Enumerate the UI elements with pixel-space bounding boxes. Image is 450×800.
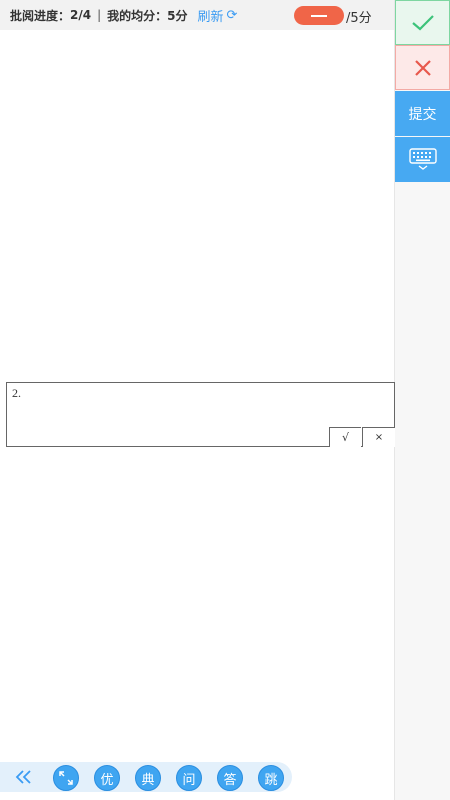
answer-box: 2. √ × [6,382,395,447]
keyboard-button[interactable] [395,137,450,182]
answer-button[interactable]: 答 [217,765,243,791]
fullscreen-button[interactable] [53,765,79,791]
answer-wrong-button[interactable]: × [362,427,395,447]
excellent-button[interactable]: 优 [94,765,120,791]
question-label: 问 [182,772,196,788]
typical-label: 典 [141,772,155,788]
skip-button[interactable]: 跳 [258,765,284,791]
answer-correct-button[interactable]: √ [329,427,361,447]
submit-label: 提交 [408,106,437,123]
answer-wrong-label: × [374,432,384,443]
keyboard-icon [408,147,437,170]
progress-value: 2/4 [70,8,92,22]
question-number: 2. [12,386,21,400]
typical-button[interactable]: 典 [135,765,161,791]
score-input-pill[interactable] [294,6,344,25]
answer-correct-label: √ [341,431,349,444]
check-icon [411,14,434,30]
answer-label: 答 [223,772,237,788]
header-separator: | [97,8,102,22]
progress-label: 批阅进度： [10,8,71,23]
excellent-label: 优 [100,772,114,788]
score-total: /5分 [346,11,372,26]
refresh-button[interactable]: 刷新 ⟳ [198,6,238,25]
refresh-icon: ⟳ [226,7,238,23]
refresh-label: 刷新 [197,9,224,25]
minus-icon [311,14,327,17]
expand-icon [59,771,73,785]
double-chevron-left-icon [15,770,31,784]
collapse-toolbar-button[interactable] [14,765,34,789]
submit-button[interactable]: 提交 [395,91,450,136]
skip-label: 跳 [264,772,278,788]
close-icon [414,59,431,76]
average-score-value: 5分 [167,8,188,23]
average-score-label: 我的均分： [107,8,168,23]
mark-wrong-button[interactable] [395,45,450,90]
question-button[interactable]: 问 [176,765,202,791]
mark-correct-button[interactable] [395,0,450,45]
